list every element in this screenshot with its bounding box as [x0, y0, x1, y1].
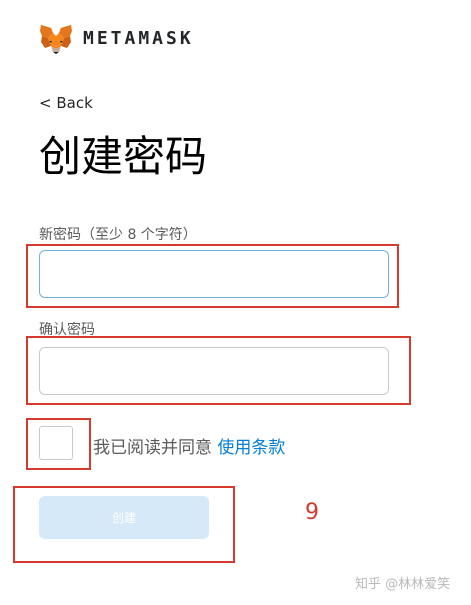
brand-wordmark: METAMASK: [83, 28, 194, 49]
annotation-box-checkbox: [26, 418, 91, 470]
back-link[interactable]: < Back: [39, 94, 93, 112]
metamask-fox-icon: [40, 25, 72, 54]
annotation-box-create-button: [13, 486, 235, 563]
page-title: 创建密码: [39, 132, 208, 181]
metamask-logo: METAMASK: [39, 22, 219, 56]
new-password-label: 新密码（至少 8 个字符）: [39, 227, 197, 243]
terms-agreement: 我已阅读并同意 使用条款: [93, 433, 285, 458]
terms-of-use-link[interactable]: 使用条款: [217, 438, 285, 458]
annotation-box-new-password: [26, 244, 399, 308]
watermark: 知乎 @林林爱笑: [355, 577, 451, 592]
annotation-number: 9: [305, 500, 319, 525]
annotation-box-confirm-password: [26, 336, 411, 405]
agree-text: 我已阅读并同意: [93, 438, 212, 458]
